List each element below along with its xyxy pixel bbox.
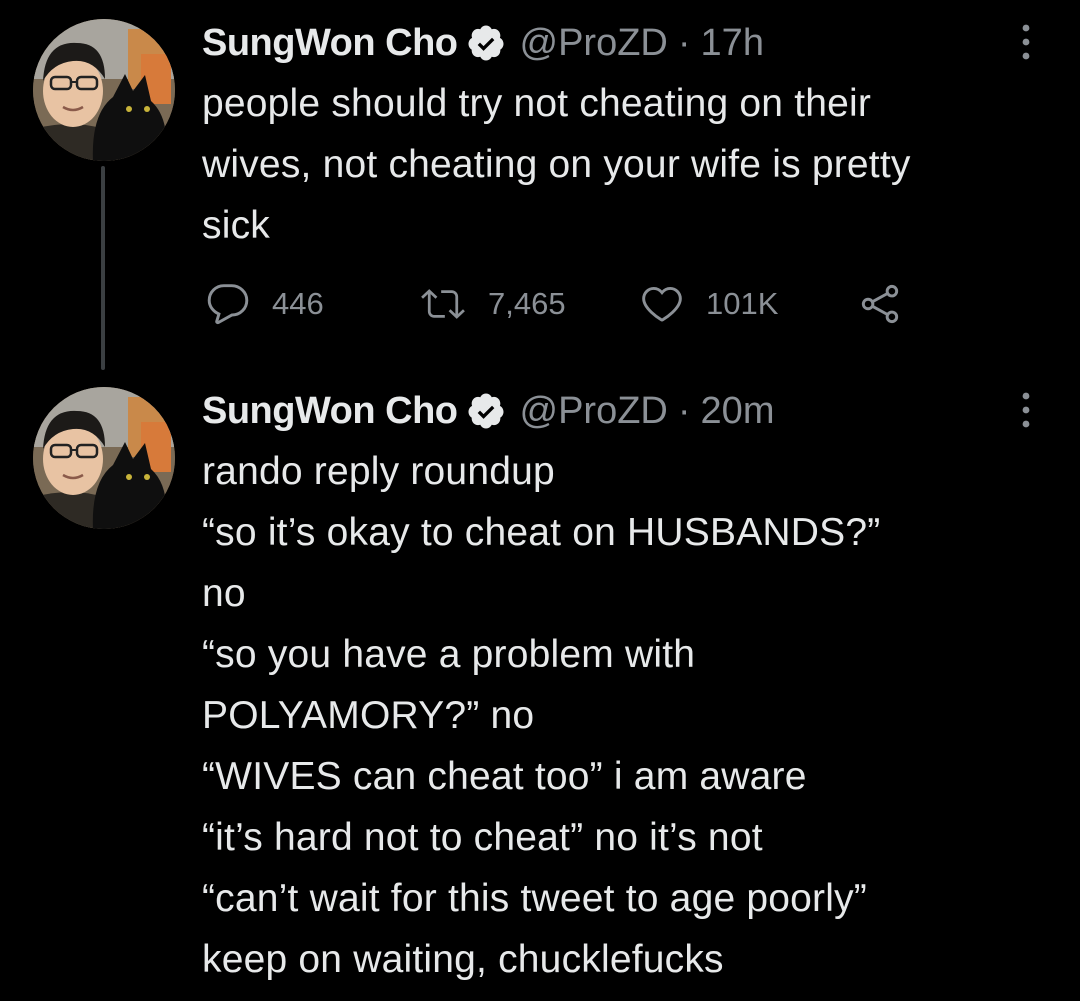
- verified-badge-icon: [466, 23, 506, 63]
- heart-icon: [642, 286, 682, 322]
- tweet[interactable]: SungWon Cho @ProZD · 17h people should t…: [0, 0, 1080, 380]
- more-options-icon[interactable]: [1008, 388, 1044, 432]
- reply-count: 446: [272, 286, 324, 321]
- tweet-text: people should try not cheating on their …: [202, 82, 911, 247]
- timestamp[interactable]: 17h: [701, 22, 764, 65]
- tweet-header: SungWon Cho @ProZD · 17h: [202, 17, 764, 69]
- share-icon: [861, 284, 899, 324]
- verified-badge-icon: [466, 391, 506, 431]
- like-button[interactable]: 101K: [640, 278, 778, 330]
- like-count: 101K: [706, 286, 779, 321]
- handle[interactable]: @ProZD: [520, 390, 668, 433]
- retweet-icon: [421, 289, 465, 319]
- more-options-icon[interactable]: [1008, 20, 1044, 64]
- avatar[interactable]: [33, 19, 175, 161]
- avatar-image: [33, 387, 175, 529]
- retweet-button[interactable]: 7,465: [420, 278, 566, 330]
- tweet-actions: 446 7,465 101K: [200, 278, 940, 330]
- separator-dot: ·: [677, 389, 691, 432]
- reply-button[interactable]: 446: [206, 278, 324, 330]
- separator-dot: ·: [677, 21, 691, 64]
- tweet[interactable]: SungWon Cho @ProZD · 20m rando reply rou…: [0, 380, 1080, 1001]
- retweet-count: 7,465: [488, 286, 566, 321]
- display-name[interactable]: SungWon Cho: [202, 22, 458, 65]
- reply-icon: [207, 284, 249, 325]
- handle[interactable]: @ProZD: [520, 22, 668, 65]
- avatar[interactable]: [33, 387, 175, 529]
- timestamp[interactable]: 20m: [701, 390, 775, 433]
- tweet-header: SungWon Cho @ProZD · 20m: [202, 385, 774, 437]
- display-name[interactable]: SungWon Cho: [202, 390, 458, 433]
- tweet-text: rando reply roundup “so it’s okay to che…: [202, 450, 881, 981]
- avatar-image: [33, 19, 175, 161]
- share-button[interactable]: [858, 278, 902, 330]
